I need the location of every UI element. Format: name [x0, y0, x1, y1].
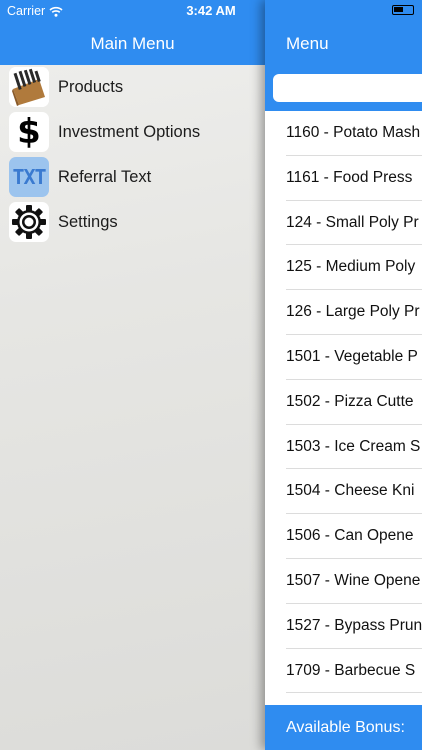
bonus-bar: Available Bonus:: [265, 705, 422, 750]
side-menu-item-label: Settings: [58, 213, 118, 231]
product-list-item[interactable]: 1709 - Barbecue S: [265, 649, 422, 694]
side-menu-item-products[interactable]: Products: [0, 65, 265, 110]
product-list-item[interactable]: 1501 - Vegetable P: [265, 335, 422, 380]
product-label: 1504 - Cheese Kni: [286, 482, 415, 500]
txt-icon: TXT: [9, 157, 49, 197]
side-menu: Carrier Main Menu Products $ Investment …: [0, 0, 265, 750]
product-label: 1507 - Wine Opene: [286, 571, 421, 589]
panel-header: Menu: [265, 0, 422, 65]
side-menu-item-label: Investment Options: [58, 123, 201, 141]
wifi-icon: [49, 6, 63, 17]
product-list-item[interactable]: 1161 - Food Press: [265, 156, 422, 201]
product-list-item[interactable]: 125 - Medium Poly: [265, 245, 422, 291]
product-label: 1503 - Ice Cream S: [286, 437, 421, 455]
content-panel[interactable]: Menu 1160 - Potato Mash 1161 - Food Pres…: [265, 0, 422, 750]
side-menu-title: Main Menu: [90, 34, 175, 53]
product-list-item[interactable]: 1502 - Pizza Cutte: [265, 380, 422, 425]
product-list-item[interactable]: 1506 - Can Opene: [265, 514, 422, 559]
txt-icon-text: TXT: [12, 165, 46, 189]
knife-block-icon: [9, 67, 49, 107]
product-list-item[interactable]: 1504 - Cheese Kni: [265, 469, 422, 515]
product-label: 126 - Large Poly Pr: [286, 303, 420, 321]
panel-title: Menu: [286, 34, 329, 53]
product-label: 1160 - Potato Mash: [286, 124, 421, 141]
side-menu-list: Products $ Investment Options TXT Referr…: [0, 65, 265, 245]
side-menu-item-investment-options[interactable]: $ Investment Options: [0, 110, 265, 155]
product-list-item[interactable]: 1160 - Potato Mash: [265, 111, 422, 156]
search-bar: [265, 65, 422, 111]
battery-icon: [392, 5, 414, 15]
side-menu-item-settings[interactable]: Settings: [0, 200, 265, 245]
status-carrier: Carrier: [7, 3, 63, 19]
product-list-item[interactable]: 1503 - Ice Cream S: [265, 425, 422, 470]
side-menu-item-referral-text[interactable]: TXT Referral Text: [0, 155, 265, 200]
gear-icon: [9, 202, 49, 242]
product-label: 124 - Small Poly Pr: [286, 213, 419, 231]
side-menu-item-label: Referral Text: [58, 168, 152, 186]
dollar-icon: $: [9, 112, 49, 152]
search-input[interactable]: [273, 74, 422, 102]
side-menu-item-label: Products: [58, 78, 124, 96]
product-list-item[interactable]: 124 - Small Poly Pr: [265, 201, 422, 246]
product-label: 1527 - Bypass Prun: [286, 616, 422, 634]
product-label: 1506 - Can Opene: [286, 527, 414, 545]
carrier-label: Carrier: [7, 4, 46, 18]
product-list-item[interactable]: 1527 - Bypass Prun: [265, 604, 422, 649]
product-list: 1160 - Potato Mash 1161 - Food Press 124…: [265, 111, 422, 694]
available-bonus-label: Available Bonus:: [286, 719, 405, 736]
product-label: 125 - Medium Poly: [286, 258, 416, 276]
product-list-item[interactable]: 126 - Large Poly Pr: [265, 290, 422, 335]
side-menu-header: Carrier Main Menu: [0, 0, 265, 65]
product-label: 1161 - Food Press: [286, 168, 413, 186]
product-label: 1502 - Pizza Cutte: [286, 392, 414, 410]
product-list-item[interactable]: 1507 - Wine Opene: [265, 559, 422, 604]
row-separator: [286, 692, 422, 694]
product-label: 1709 - Barbecue S: [286, 661, 416, 679]
product-label: 1501 - Vegetable P: [286, 347, 418, 365]
